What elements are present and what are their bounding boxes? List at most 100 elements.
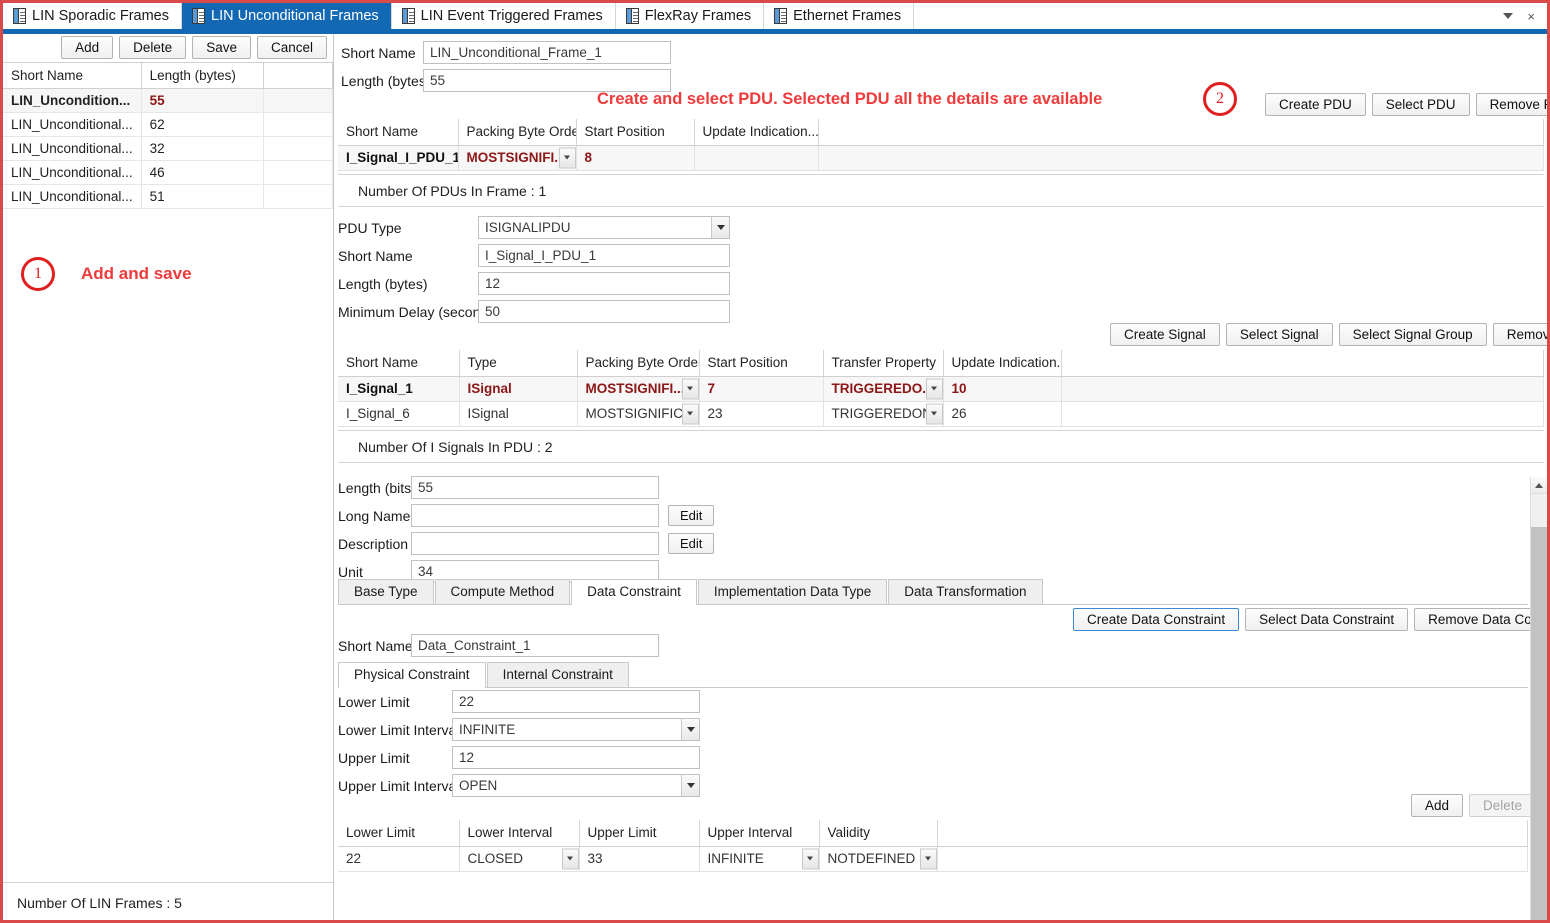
column-header-short-name[interactable]: Short Name [3, 63, 142, 89]
pdu-length-input[interactable] [478, 272, 730, 295]
upper-limit-input[interactable] [452, 746, 700, 769]
table-row[interactable]: I_Signal_6 ISignal MOSTSIGNIFIC... 23 TR… [338, 401, 1544, 427]
pdu-short-name-input[interactable] [478, 244, 730, 267]
chevron-down-icon[interactable] [925, 403, 942, 424]
select-signal-group-button[interactable]: Select Signal Group [1338, 323, 1487, 346]
table-row[interactable]: LIN_Uncondition... 55 [3, 88, 334, 113]
remove-pdu-button[interactable]: Remove PDU [1475, 93, 1547, 116]
column-header-length-bytes[interactable]: Length (bytes) [141, 63, 264, 89]
column-header-update-indication[interactable]: Update Indication... [694, 119, 819, 146]
tab-internal-constraint[interactable]: Internal Constraint [486, 662, 629, 687]
column-header-update-indication[interactable]: Update Indication... [943, 350, 1062, 377]
table-row[interactable]: 22 CLOSED 33 INFINITE NOTDEFINED [338, 846, 1528, 872]
remove-signal-button[interactable]: Remove Signal [1492, 323, 1547, 346]
transfer-property-dropdown[interactable]: TRIGGEREDON... [832, 403, 942, 424]
tab-lin-sporadic-frames[interactable]: LIN Sporadic Frames [3, 3, 182, 29]
transfer-property-dropdown[interactable]: TRIGGEREDO... [832, 378, 942, 399]
tab-implementation-data-type[interactable]: Implementation Data Type [697, 579, 888, 604]
cell-packing-byte-order[interactable]: MOSTSIGNIFI... [458, 145, 577, 171]
column-header-short-name[interactable]: Short Name [338, 119, 459, 146]
chevron-down-icon[interactable] [558, 147, 575, 168]
column-header-blank[interactable] [818, 119, 1544, 146]
chevron-down-icon[interactable] [681, 403, 698, 424]
column-header-lower-limit[interactable]: Lower Limit [338, 820, 460, 847]
column-header-packing-byte-order[interactable]: Packing Byte Order [458, 119, 577, 146]
create-pdu-button[interactable]: Create PDU [1265, 93, 1366, 116]
tab-base-type[interactable]: Base Type [338, 579, 434, 604]
data-constraint-short-name-input[interactable] [411, 634, 659, 657]
delete-button[interactable]: Delete [119, 36, 187, 59]
packing-byte-order-dropdown[interactable]: MOSTSIGNIFI... [467, 147, 575, 168]
constraint-add-button[interactable]: Add [1411, 794, 1464, 817]
column-header-type[interactable]: Type [459, 350, 578, 377]
chevron-down-icon[interactable] [801, 848, 818, 869]
scroll-up-button[interactable] [1531, 477, 1547, 494]
table-row[interactable]: LIN_Unconditional... 51 [3, 184, 334, 209]
tab-ethernet-frames[interactable]: Ethernet Frames [764, 3, 915, 29]
cell-lower-interval[interactable]: CLOSED [459, 846, 580, 872]
add-button[interactable]: Add [61, 36, 114, 59]
chevron-down-icon[interactable] [925, 378, 942, 399]
table-row[interactable]: I_Signal_I_PDU_1 MOSTSIGNIFI... 8 [338, 145, 1544, 171]
column-header-lower-interval[interactable]: Lower Interval [459, 820, 580, 847]
cell-transfer-property[interactable]: TRIGGEREDO... [823, 376, 944, 402]
column-header-upper-interval[interactable]: Upper Interval [699, 820, 820, 847]
pdu-min-delay-input[interactable] [478, 300, 730, 323]
table-row[interactable]: LIN_Unconditional... 32 [3, 136, 334, 161]
chevron-down-icon[interactable] [681, 719, 699, 740]
upper-interval-dropdown[interactable]: INFINITE [708, 848, 818, 869]
description-edit-button[interactable]: Edit [668, 533, 715, 554]
select-data-constraint-button[interactable]: Select Data Constraint [1245, 608, 1409, 631]
cell-packing-byte-order[interactable]: MOSTSIGNIFIC... [577, 401, 700, 427]
upper-limit-interval-dropdown[interactable]: OPEN [452, 774, 700, 797]
chevron-down-icon[interactable] [919, 848, 936, 869]
create-signal-button[interactable]: Create Signal [1110, 323, 1220, 346]
cell-transfer-property[interactable]: TRIGGEREDON... [823, 401, 944, 427]
save-button[interactable]: Save [192, 36, 251, 59]
column-header-start-position[interactable]: Start Position [699, 350, 824, 377]
column-header-packing-byte-order[interactable]: Packing Byte Order [577, 350, 700, 377]
chevron-down-icon[interactable] [681, 378, 698, 399]
chevron-down-icon[interactable] [561, 848, 578, 869]
tab-data-constraint[interactable]: Data Constraint [571, 579, 697, 605]
column-header-blank[interactable] [263, 63, 334, 89]
lower-limit-input[interactable] [452, 690, 700, 713]
lower-limit-interval-dropdown[interactable]: INFINITE [452, 718, 700, 741]
column-header-transfer-property[interactable]: Transfer Property [823, 350, 944, 377]
tab-lin-event-triggered-frames[interactable]: LIN Event Triggered Frames [391, 3, 616, 29]
signal-description-input[interactable] [411, 532, 659, 555]
tab-compute-method[interactable]: Compute Method [434, 579, 571, 604]
vertical-scrollbar[interactable] [1530, 477, 1547, 920]
long-name-edit-button[interactable]: Edit [668, 505, 715, 526]
column-header-start-position[interactable]: Start Position [576, 119, 695, 146]
close-icon[interactable]: × [1527, 9, 1535, 24]
table-row[interactable]: I_Signal_1 ISignal MOSTSIGNIFI... 7 TRIG… [338, 376, 1544, 402]
validity-dropdown[interactable]: NOTDEFINED [828, 848, 936, 869]
create-data-constraint-button[interactable]: Create Data Constraint [1073, 608, 1240, 631]
signal-length-bits-input[interactable] [411, 476, 659, 499]
column-header-blank[interactable] [1061, 350, 1544, 377]
cell-validity[interactable]: NOTDEFINED [819, 846, 938, 872]
select-pdu-button[interactable]: Select PDU [1371, 93, 1470, 116]
table-row[interactable]: LIN_Unconditional... 46 [3, 160, 334, 185]
column-header-blank[interactable] [937, 820, 1528, 847]
column-header-validity[interactable]: Validity [819, 820, 938, 847]
signal-long-name-input[interactable] [411, 504, 659, 527]
tab-data-transformation[interactable]: Data Transformation [888, 579, 1043, 604]
column-header-upper-limit[interactable]: Upper Limit [579, 820, 700, 847]
cancel-button[interactable]: Cancel [256, 36, 327, 59]
scrollbar-thumb[interactable] [1531, 527, 1547, 920]
packing-byte-order-dropdown[interactable]: MOSTSIGNIFI... [586, 378, 698, 399]
chevron-down-icon[interactable] [681, 775, 699, 796]
cell-upper-interval[interactable]: INFINITE [699, 846, 820, 872]
table-row[interactable]: LIN_Unconditional... 62 [3, 112, 334, 137]
chevron-down-icon[interactable] [711, 217, 729, 238]
frame-short-name-input[interactable] [423, 41, 671, 64]
tab-physical-constraint[interactable]: Physical Constraint [338, 662, 486, 688]
column-header-short-name[interactable]: Short Name [338, 350, 460, 377]
lower-interval-dropdown[interactable]: CLOSED [468, 848, 578, 869]
chevron-down-icon[interactable] [1503, 13, 1514, 19]
tab-flexray-frames[interactable]: FlexRay Frames [615, 3, 765, 29]
packing-byte-order-dropdown[interactable]: MOSTSIGNIFIC... [586, 403, 698, 424]
frame-length-input[interactable] [423, 69, 671, 92]
